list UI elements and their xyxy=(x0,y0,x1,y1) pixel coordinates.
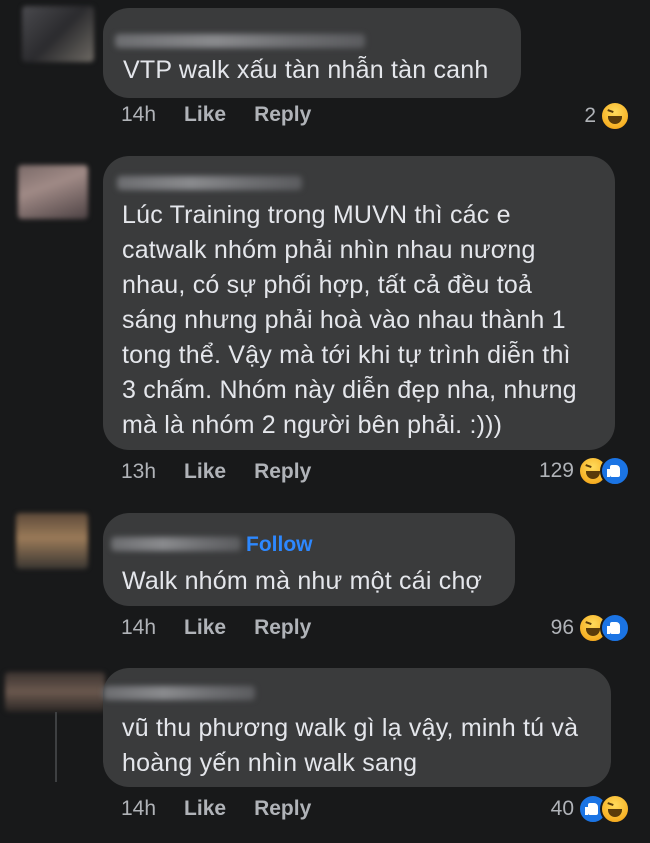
reply-button[interactable]: Reply xyxy=(254,616,311,639)
comment-actions: 14h Like Reply xyxy=(121,103,339,127)
thread-line xyxy=(55,712,57,782)
like-button[interactable]: Like xyxy=(184,460,226,483)
comment-time[interactable]: 14h xyxy=(121,616,156,639)
comment-actions: 13h Like Reply xyxy=(121,460,339,484)
reaction-summary[interactable]: 129 xyxy=(539,456,630,486)
comment-text: Lúc Training trong MUVN thì các e catwal… xyxy=(122,201,577,439)
reaction-summary[interactable]: 40 xyxy=(551,794,630,824)
like-button[interactable]: Like xyxy=(184,797,226,820)
avatar[interactable] xyxy=(5,672,105,712)
reaction-count: 2 xyxy=(584,104,596,127)
commenter-name[interactable] xyxy=(103,686,255,700)
comment-text: Walk nhóm mà như một cái chợ xyxy=(122,567,483,595)
comment-actions: 14h Like Reply xyxy=(121,797,339,821)
reaction-summary[interactable]: 96 xyxy=(551,613,630,643)
comment-time[interactable]: 13h xyxy=(121,460,156,483)
commenter-name[interactable] xyxy=(117,176,302,190)
comment-actions: 14h Like Reply xyxy=(121,616,339,640)
commenter-name[interactable] xyxy=(115,34,365,48)
follow-button[interactable]: Follow xyxy=(246,533,313,557)
avatar[interactable] xyxy=(18,165,88,219)
reaction-count: 129 xyxy=(538,459,574,482)
reaction-count: 96 xyxy=(550,616,574,639)
comment-bubble: Lúc Training trong MUVN thì các e catwal… xyxy=(103,156,615,450)
like-button[interactable]: Like xyxy=(184,616,226,639)
commenter-name[interactable] xyxy=(111,537,241,551)
like-reaction-icon xyxy=(600,613,630,643)
comment-bubble: VTP walk xấu tàn nhẫn tàn canh xyxy=(103,8,521,98)
haha-reaction-icon xyxy=(600,101,630,131)
comment-text: VTP walk xấu tàn nhẫn tàn canh xyxy=(123,56,489,84)
comment-time[interactable]: 14h xyxy=(121,797,156,820)
comment-time[interactable]: 14h xyxy=(121,103,156,126)
reaction-summary[interactable]: 2 xyxy=(584,101,630,131)
reply-button[interactable]: Reply xyxy=(254,460,311,483)
comment-bubble: Follow Walk nhóm mà như một cái chợ xyxy=(103,513,515,606)
avatar[interactable] xyxy=(16,513,88,569)
comment-bubble: vũ thu phương walk gì lạ vậy, minh tú và… xyxy=(103,668,611,787)
avatar[interactable] xyxy=(22,6,94,62)
like-button[interactable]: Like xyxy=(184,103,226,126)
reply-button[interactable]: Reply xyxy=(254,797,311,820)
comment-text: vũ thu phương walk gì lạ vậy, minh tú và… xyxy=(122,714,579,777)
reaction-count: 40 xyxy=(550,797,574,820)
reply-button[interactable]: Reply xyxy=(254,103,311,126)
like-reaction-icon xyxy=(600,456,630,486)
haha-reaction-icon xyxy=(600,794,630,824)
